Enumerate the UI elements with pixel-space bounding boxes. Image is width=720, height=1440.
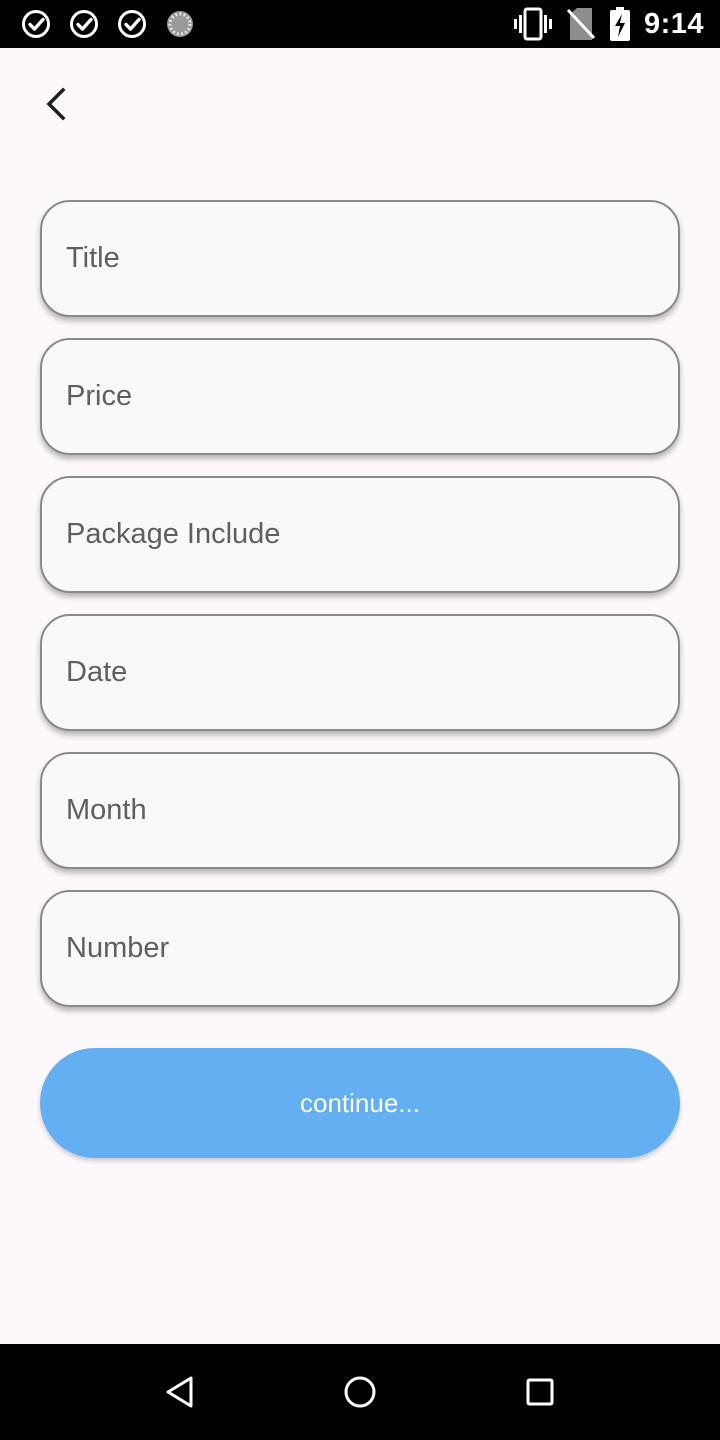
number-input[interactable] — [66, 932, 678, 965]
vibrate-icon — [513, 7, 552, 41]
status-time: 9:14 — [643, 7, 704, 40]
chevron-left-icon — [46, 87, 66, 121]
no-sim-icon — [566, 8, 596, 40]
price-field[interactable] — [40, 338, 680, 455]
check-circle-icon — [70, 10, 98, 38]
nav-recents-button[interactable] — [514, 1366, 566, 1418]
home-circle-icon — [344, 1376, 376, 1408]
status-bar: 9:14 — [0, 0, 720, 48]
system-icons: 9:14 — [513, 6, 704, 42]
battery-charging-icon — [609, 7, 630, 41]
loading-spinner-icon — [167, 11, 193, 37]
back-button[interactable] — [28, 78, 84, 130]
date-field[interactable] — [40, 614, 680, 731]
month-field[interactable] — [40, 752, 680, 869]
check-circle-icon — [22, 10, 50, 38]
number-field[interactable] — [40, 890, 680, 1007]
back-triangle-icon — [166, 1376, 193, 1408]
listing-form — [40, 200, 680, 1028]
nav-back-button[interactable] — [154, 1366, 206, 1418]
navigation-bar — [0, 1344, 720, 1440]
month-input[interactable] — [66, 794, 678, 827]
package-include-input[interactable] — [66, 518, 678, 551]
check-circle-icon — [118, 10, 146, 38]
continue-button[interactable]: continue... — [40, 1048, 680, 1158]
price-input[interactable] — [66, 380, 678, 413]
package-include-field[interactable] — [40, 476, 680, 593]
nav-home-button[interactable] — [334, 1366, 386, 1418]
title-input[interactable] — [66, 242, 678, 275]
recents-square-icon — [526, 1378, 554, 1406]
notification-icons — [20, 8, 196, 40]
title-field[interactable] — [40, 200, 680, 317]
date-input[interactable] — [66, 656, 678, 689]
